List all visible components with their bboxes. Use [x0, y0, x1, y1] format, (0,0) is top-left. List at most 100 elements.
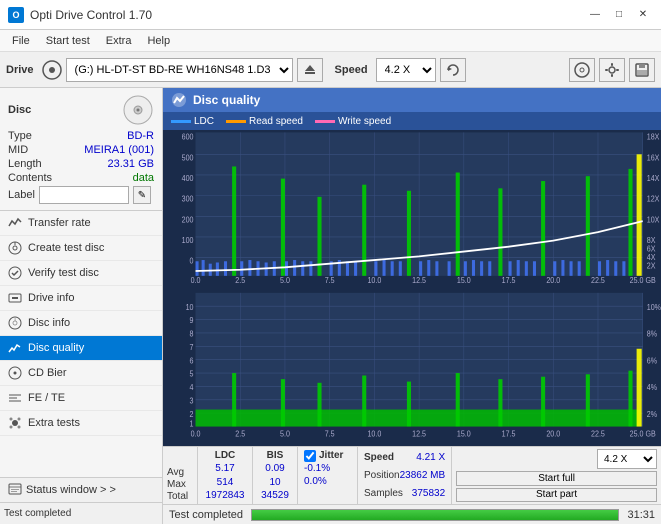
- disc-quality-label: Disc quality: [28, 342, 84, 354]
- settings-button[interactable]: [599, 58, 625, 82]
- status-window-label: Status window > >: [26, 484, 116, 496]
- svg-text:2.5: 2.5: [235, 276, 245, 286]
- svg-text:15.0: 15.0: [457, 429, 471, 439]
- svg-text:14X: 14X: [647, 173, 660, 183]
- svg-text:5: 5: [190, 369, 195, 379]
- chart-title: Disc quality: [193, 93, 260, 107]
- svg-text:500: 500: [182, 153, 194, 163]
- sidebar-item-extra-tests[interactable]: Extra tests: [0, 411, 162, 436]
- svg-text:16X: 16X: [647, 153, 660, 163]
- start-part-button[interactable]: Start part: [456, 488, 657, 503]
- svg-text:17.5: 17.5: [502, 429, 516, 439]
- close-button[interactable]: ✕: [633, 6, 653, 24]
- time-display: 31:31: [627, 509, 655, 521]
- sidebar-item-fe-te[interactable]: FE / TE: [0, 386, 162, 411]
- svg-text:25.0 GB: 25.0 GB: [630, 429, 656, 439]
- cd-bier-icon: [8, 366, 22, 380]
- sidebar-item-verify-test-disc[interactable]: Verify test disc: [0, 261, 162, 286]
- speed-select-stats[interactable]: 4.2 X: [597, 449, 657, 469]
- svg-text:20.0: 20.0: [546, 276, 560, 286]
- speed-stat-value: 4.21 X: [416, 452, 445, 463]
- sidebar-item-transfer-rate[interactable]: Transfer rate: [0, 211, 162, 236]
- eject-button[interactable]: [297, 58, 323, 82]
- position-value: 23862 MB: [400, 470, 446, 481]
- menu-file[interactable]: File: [4, 33, 38, 49]
- total-label: Total: [167, 491, 193, 502]
- drive-select[interactable]: (G:) HL-DT-ST BD-RE WH16NS48 1.D3: [66, 58, 293, 82]
- samples-label: Samples: [364, 488, 403, 499]
- jitter-checkbox[interactable]: [304, 450, 316, 462]
- sidebar-item-create-test-disc[interactable]: Create test disc: [0, 236, 162, 261]
- max-label: Max: [167, 479, 193, 490]
- maximize-button[interactable]: □: [609, 6, 629, 24]
- bis-col-header: BIS: [267, 450, 284, 461]
- minimize-button[interactable]: —: [585, 6, 605, 24]
- sidebar: Disc Type BD-R MID MEIRA1 (001) Length 2…: [0, 88, 163, 524]
- type-label: Type: [8, 130, 32, 142]
- cd-bier-label: CD Bier: [28, 367, 67, 379]
- fe-te-label: FE / TE: [28, 392, 65, 404]
- menu-extra[interactable]: Extra: [98, 33, 140, 49]
- start-full-button[interactable]: Start full: [456, 471, 657, 486]
- bis-max: 10: [269, 477, 280, 488]
- stats-bar: Avg Max Total LDC 5.17 514 1972843 BIS 0…: [163, 446, 661, 504]
- svg-text:10.0: 10.0: [367, 276, 381, 286]
- svg-text:100: 100: [182, 235, 194, 245]
- chart-legend: LDC Read speed Write speed: [163, 112, 661, 130]
- sidebar-item-cd-bier[interactable]: CD Bier: [0, 361, 162, 386]
- drive-label: Drive: [6, 64, 34, 76]
- disc-info-icon: i: [8, 316, 22, 330]
- menu-starttest[interactable]: Start test: [38, 33, 98, 49]
- jitter-max: 0.0%: [304, 476, 351, 487]
- speed-select[interactable]: 4.2 X: [376, 58, 436, 82]
- disc-button[interactable]: [569, 58, 595, 82]
- svg-text:5.0: 5.0: [280, 276, 290, 286]
- svg-text:5.0: 5.0: [280, 429, 290, 439]
- refresh-button[interactable]: [440, 58, 466, 82]
- save-button[interactable]: [629, 58, 655, 82]
- svg-text:10X: 10X: [647, 215, 660, 225]
- sidebar-nav: Transfer rate Create test disc Verify te…: [0, 211, 162, 477]
- ldc-avg: 5.17: [215, 463, 234, 474]
- speed-stat-label: Speed: [364, 452, 394, 463]
- contents-label: Contents: [8, 172, 52, 184]
- sidebar-progress-bar: Test completed: [0, 502, 162, 524]
- progress-fill: [252, 510, 618, 520]
- content-area: Disc quality LDC Read speed Write speed: [163, 88, 661, 524]
- legend-read-speed: Read speed: [249, 116, 303, 127]
- sidebar-item-disc-quality[interactable]: Disc quality: [0, 336, 162, 361]
- svg-text:7.5: 7.5: [325, 276, 335, 286]
- svg-text:0.0: 0.0: [191, 429, 201, 439]
- position-label: Position: [364, 470, 400, 481]
- extra-tests-icon: [8, 416, 22, 430]
- svg-text:10: 10: [186, 302, 194, 312]
- status-window-button[interactable]: Status window > >: [0, 477, 162, 502]
- bis-total: 34529: [261, 490, 289, 501]
- app-title: Opti Drive Control 1.70: [30, 8, 152, 22]
- disc-panel-title: Disc: [8, 104, 31, 116]
- svg-text:2X: 2X: [647, 261, 656, 271]
- test-status: Test completed: [169, 509, 243, 521]
- bottom-status: Test completed: [4, 508, 71, 519]
- verify-test-disc-icon: [8, 266, 22, 280]
- mid-value: MEIRA1 (001): [84, 144, 154, 156]
- chart-header: Disc quality: [163, 88, 661, 112]
- ldc-col-header: LDC: [215, 450, 236, 461]
- verify-test-disc-label: Verify test disc: [28, 267, 99, 279]
- speed-label: Speed: [335, 64, 368, 76]
- sidebar-item-disc-info[interactable]: i Disc info: [0, 311, 162, 336]
- svg-text:0: 0: [190, 256, 195, 266]
- label-input[interactable]: [39, 186, 129, 204]
- label-edit-button[interactable]: ✎: [133, 186, 151, 204]
- charts-container: 600 500 400 300 200 100 0 18X 16X 14X 12…: [163, 130, 661, 446]
- disc-quality-icon: [8, 341, 22, 355]
- svg-text:9: 9: [190, 316, 194, 326]
- menu-help[interactable]: Help: [139, 33, 178, 49]
- progress-track: [251, 509, 619, 521]
- svg-text:12.5: 12.5: [412, 276, 426, 286]
- legend-write-speed: Write speed: [338, 116, 391, 127]
- svg-text:18X: 18X: [647, 132, 660, 142]
- menubar: File Start test Extra Help: [0, 30, 661, 52]
- svg-text:12X: 12X: [647, 194, 660, 204]
- sidebar-item-drive-info[interactable]: Drive info: [0, 286, 162, 311]
